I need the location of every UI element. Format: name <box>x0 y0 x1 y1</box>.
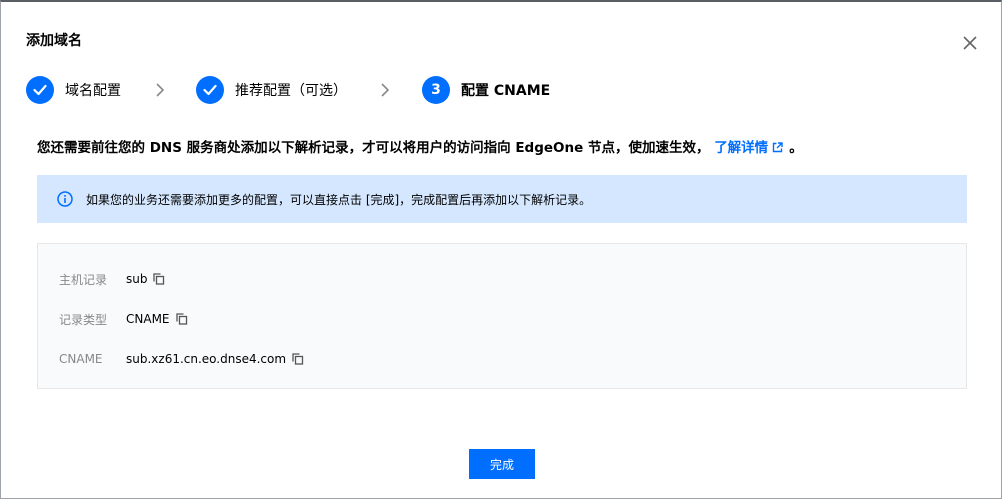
description-suffix: 。 <box>789 140 803 156</box>
record-row-cname: CNAME sub.xz61.cn.eo.dnse4.com <box>59 350 304 368</box>
close-icon <box>963 36 977 50</box>
dns-instruction-text: 您还需要前往您的 DNS 服务商处添加以下解析记录，才可以将用户的访问指向 Ed… <box>37 140 710 156</box>
step-label: 域名配置 <box>65 83 121 99</box>
record-row-host: 主机记录 sub <box>59 270 165 288</box>
record-label: CNAME <box>59 352 103 366</box>
record-value: CNAME <box>126 312 170 326</box>
copy-icon[interactable] <box>175 313 188 325</box>
info-alert: 如果您的业务还需要添加更多的配置，可以直接点击 [完成]，完成配置后再添加以下解… <box>37 175 967 223</box>
step-cname-config: 3 配置 CNAME <box>422 75 550 105</box>
external-link-icon <box>772 142 783 153</box>
steps-indicator: 域名配置 推荐配置（可选） 3 配置 CNAME <box>26 75 976 105</box>
record-row-type: 记录类型 CNAME <box>59 310 188 328</box>
record-label: 主机记录 <box>59 272 108 287</box>
record-value: sub <box>126 272 148 286</box>
learn-more-link[interactable]: 了解详情 <box>714 140 783 156</box>
step-recommended-config: 推荐配置（可选） <box>196 75 347 105</box>
step-done-circle <box>196 76 224 104</box>
record-label: 记录类型 <box>59 312 108 327</box>
dns-instruction: 您还需要前往您的 DNS 服务商处添加以下解析记录，才可以将用户的访问指向 Ed… <box>37 136 803 156</box>
record-value: sub.xz61.cn.eo.dnse4.com <box>126 352 287 366</box>
copy-icon[interactable] <box>153 273 165 285</box>
step-number-circle: 3 <box>422 76 450 104</box>
dns-records-panel: 主机记录 sub 记录类型 CNAME CNAME sub.xz61.cn.eo… <box>37 243 967 389</box>
add-domain-dialog: 添加域名 域名配置 推荐配置（可选） 3 配置 CNAME 您还需要前往您的 D… <box>0 0 1002 499</box>
alert-text: 如果您的业务还需要添加更多的配置，可以直接点击 [完成]，完成配置后再添加以下解… <box>86 192 592 207</box>
close-button[interactable] <box>961 34 979 52</box>
check-icon <box>33 84 47 96</box>
step-label: 配置 CNAME <box>461 83 551 99</box>
info-icon <box>57 191 73 207</box>
done-button[interactable]: 完成 <box>469 449 535 479</box>
check-icon <box>203 84 217 96</box>
step-done-circle <box>26 76 54 104</box>
copy-icon[interactable] <box>292 353 304 365</box>
dialog-title: 添加域名 <box>26 33 82 49</box>
chevron-right-icon <box>381 83 390 97</box>
chevron-right-icon <box>156 83 165 97</box>
step-label: 推荐配置（可选） <box>235 83 347 99</box>
step-domain-config: 域名配置 <box>26 75 121 105</box>
